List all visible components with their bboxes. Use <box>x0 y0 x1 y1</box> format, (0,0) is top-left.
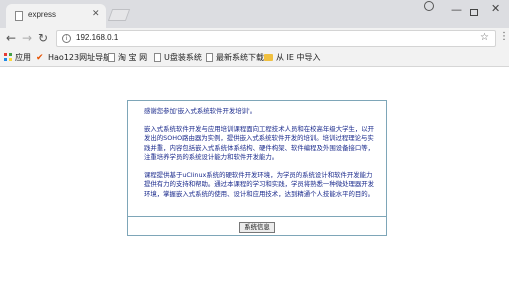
address-bar[interactable]: i 192.168.0.1 ☆ <box>56 30 496 47</box>
bookmark-import-ie[interactable]: 从 IE 中导入 <box>264 52 321 64</box>
system-info-button[interactable]: 系统信息 <box>239 222 275 233</box>
bookmark-upan[interactable]: U盘装系统 <box>154 52 202 64</box>
training-info-panel: 感谢您参加'嵌入式系统软件开发培训'。 嵌入式系统软件开发与应用培训课程面向工程… <box>127 100 387 236</box>
page-icon <box>15 11 23 21</box>
close-tab-icon[interactable]: ✕ <box>92 9 100 19</box>
apps-grid-icon <box>4 53 12 61</box>
thanks-paragraph: 感谢您参加'嵌入式系统软件开发培训'。 <box>144 107 257 115</box>
hao123-icon: ✔ <box>36 53 44 63</box>
tab-strip: express ✕ u — m ✕ <box>0 0 509 28</box>
course-description-paragraph: 嵌入式系统软件开发与应用培训课程面向工程技术人员和在校高年级大学生，以开发出的S… <box>144 125 375 162</box>
course-environment-paragraph: 课程提供基于uClinux系统的硬软件开发环境，为学员的系统设计和软件开发能力提… <box>144 171 375 198</box>
new-tab-button[interactable] <box>107 9 131 21</box>
folder-icon <box>264 54 273 61</box>
url-text[interactable]: 192.168.0.1 <box>76 33 118 42</box>
bookmarks-bar: 应用 ✔ Hao123网址导航 淘 宝 网 U盘装系统 最新系统下载 从 IE 中… <box>0 50 509 67</box>
page-icon <box>206 53 213 62</box>
bookmark-latest-system[interactable]: 最新系统下载 <box>206 52 264 64</box>
back-arrow-icon[interactable]: ← <box>6 30 16 46</box>
tab-title: express <box>28 10 57 19</box>
browser-tab[interactable]: express ✕ <box>6 4 106 28</box>
divider <box>128 216 386 217</box>
info-icon[interactable]: i <box>62 34 71 43</box>
bookmark-apps[interactable]: 应用 <box>4 52 31 64</box>
maximize-icon[interactable]: m <box>470 9 478 16</box>
bookmark-taobao[interactable]: 淘 宝 网 <box>108 52 147 64</box>
browser-toolbar: ← → ↻ i 192.168.0.1 ☆ ⋮ <box>0 28 509 50</box>
bookmark-hao123[interactable]: ✔ Hao123网址导航 <box>36 52 111 64</box>
minimize-icon[interactable]: — <box>451 3 462 16</box>
close-window-icon[interactable]: ✕ <box>491 2 500 15</box>
forward-arrow-icon[interactable]: → <box>22 30 32 46</box>
page-icon <box>108 53 115 62</box>
menu-icon[interactable]: ⋮ <box>499 31 509 42</box>
user-profile-icon[interactable]: u <box>424 1 434 11</box>
page-icon <box>154 53 161 62</box>
bookmark-star-icon[interactable]: ☆ <box>480 32 489 43</box>
reload-icon[interactable]: ↻ <box>38 30 48 46</box>
